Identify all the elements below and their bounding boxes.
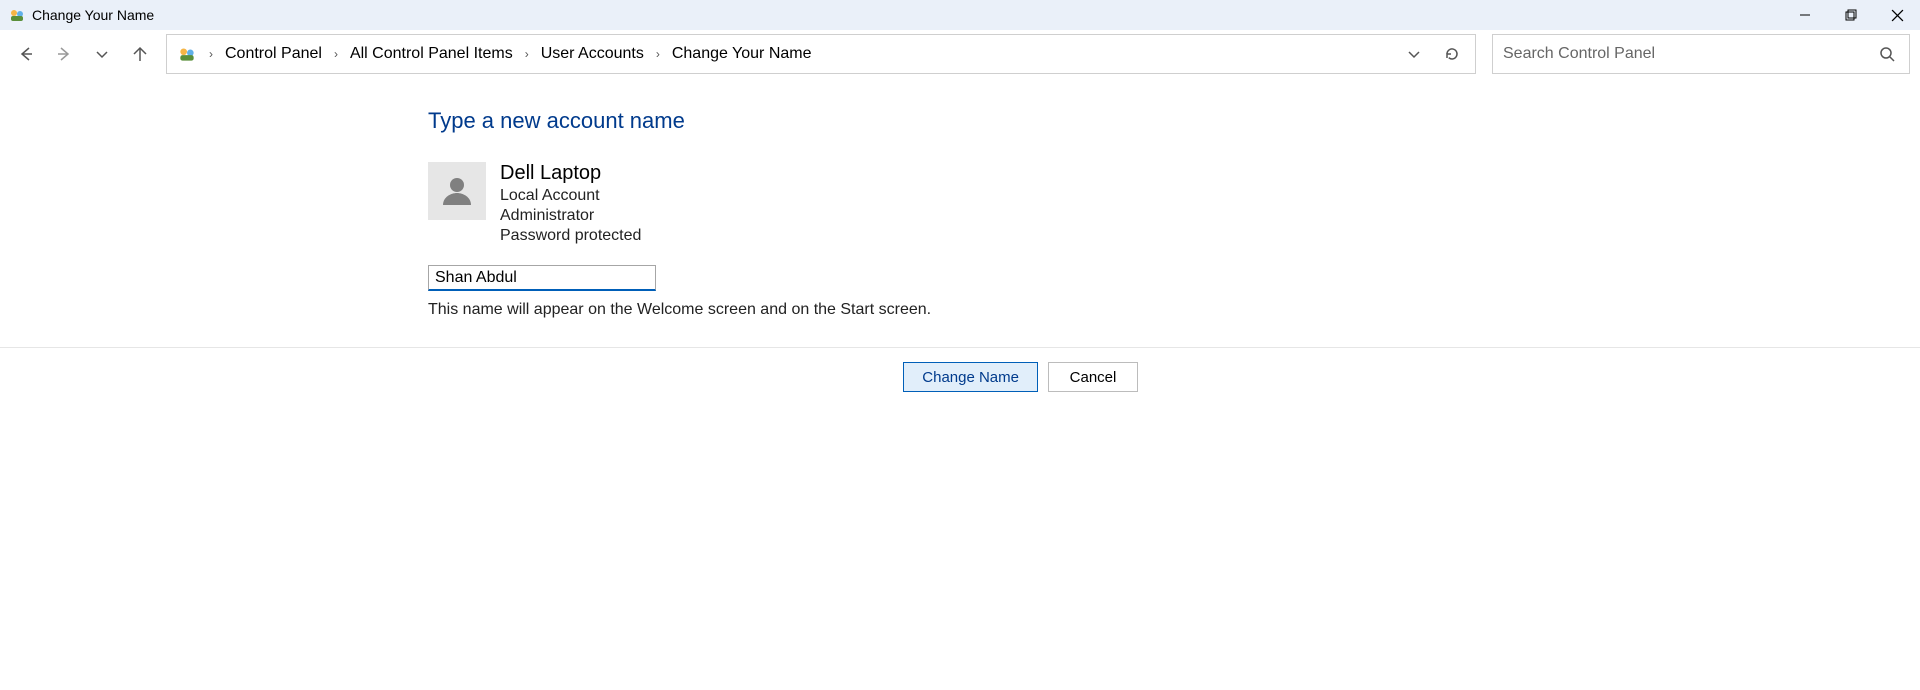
avatar-icon [428,162,486,220]
minimize-button[interactable] [1782,0,1828,30]
chevron-right-icon[interactable]: › [525,47,529,61]
account-role: Administrator [500,207,641,225]
account-summary: Dell Laptop Local Account Administrator … [428,162,1148,245]
hint-text: This name will appear on the Welcome scr… [428,301,1148,319]
new-name-input[interactable] [428,265,656,291]
forward-button[interactable] [48,38,80,70]
page-heading: Type a new account name [428,108,1148,134]
chevron-right-icon[interactable]: › [656,47,660,61]
breadcrumb-user-accounts[interactable]: User Accounts [537,41,648,67]
titlebar: Change Your Name [0,0,1920,30]
account-name: Dell Laptop [500,162,641,185]
maximize-button[interactable] [1828,0,1874,30]
chevron-right-icon[interactable]: › [334,47,338,61]
account-type: Local Account [500,187,641,205]
button-row: Change Name Cancel [428,348,1138,392]
change-name-button[interactable]: Change Name [903,362,1038,392]
app-icon [8,6,26,24]
account-protection: Password protected [500,227,641,245]
back-button[interactable] [10,38,42,70]
refresh-button[interactable] [1435,37,1469,71]
location-icon [177,44,197,64]
close-button[interactable] [1874,0,1920,30]
search-icon[interactable] [1875,42,1899,66]
recent-locations-button[interactable] [86,38,118,70]
cancel-button[interactable]: Cancel [1048,362,1138,392]
breadcrumb-change-name[interactable]: Change Your Name [668,41,816,67]
window-title: Change Your Name [32,7,154,23]
up-button[interactable] [124,38,156,70]
content-area: Type a new account name Dell Laptop Loca… [0,78,1920,392]
search-box[interactable] [1492,34,1910,74]
chevron-right-icon[interactable]: › [209,47,213,61]
address-dropdown-button[interactable] [1397,37,1431,71]
breadcrumb-control-panel[interactable]: Control Panel [221,41,326,67]
breadcrumb-all-items[interactable]: All Control Panel Items [346,41,517,67]
navigation-row: › Control Panel › All Control Panel Item… [0,30,1920,78]
search-input[interactable] [1503,45,1875,63]
address-bar[interactable]: › Control Panel › All Control Panel Item… [166,34,1476,74]
